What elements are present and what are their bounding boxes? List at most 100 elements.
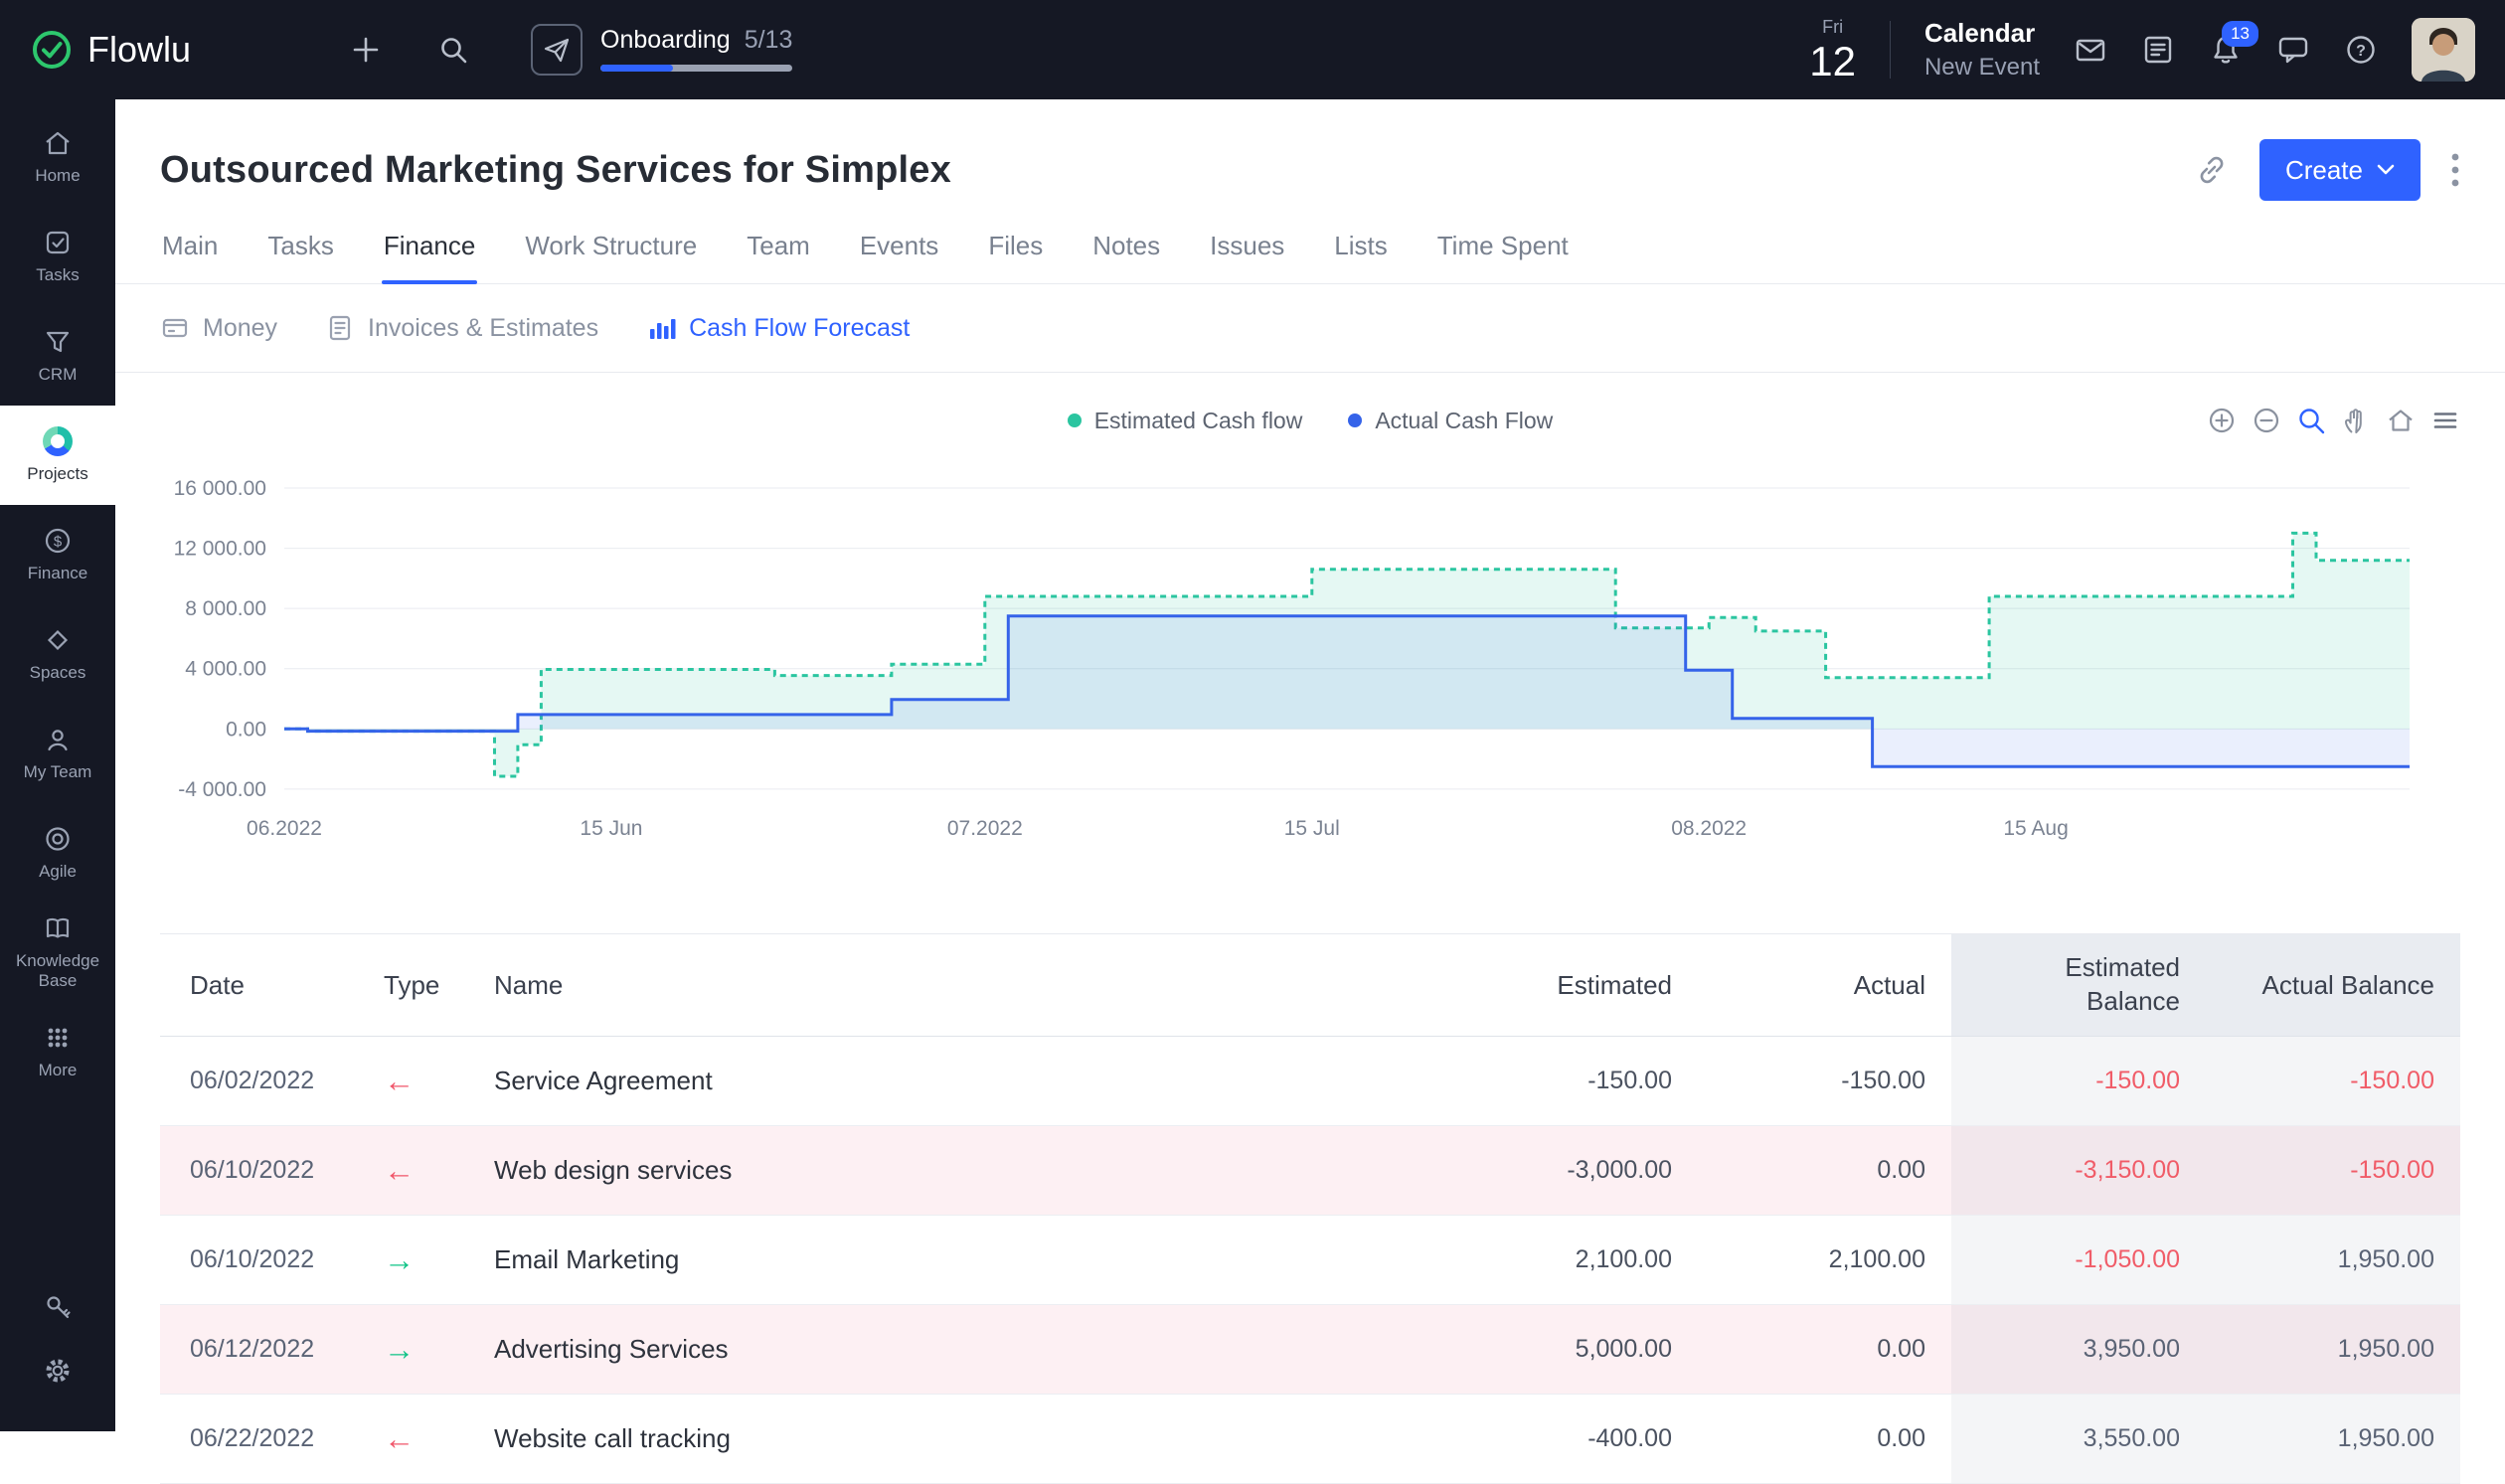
row-estimated: 2,100.00 [1439, 1216, 1698, 1304]
row-name: Service Agreement [468, 1037, 1439, 1125]
table-row[interactable]: 06/22/2022 ← Website call tracking -400.… [160, 1395, 2460, 1484]
row-estimated-balance: 3,550.00 [2084, 1424, 2180, 1453]
flowlu-logo[interactable]: Flowlu [30, 28, 191, 72]
onboarding-progress[interactable]: Onboarding 5/13 [531, 24, 792, 76]
reset-home-icon[interactable] [2386, 406, 2416, 435]
search-icon[interactable] [437, 34, 469, 66]
cashflow-chart[interactable]: 16 000.0012 000.008 000.004 000.000.00-4… [115, 452, 2505, 870]
table-row[interactable]: 06/12/2022 → Advertising Services 5,000.… [160, 1305, 2460, 1395]
svg-text:15 Jun: 15 Jun [580, 817, 642, 840]
pan-hand-icon[interactable] [2341, 406, 2371, 435]
help-icon[interactable]: ? [2344, 33, 2378, 67]
tab-work-structure[interactable]: Work Structure [523, 231, 699, 283]
row-estimated-balance: -3,150.00 [2075, 1156, 2180, 1185]
tab-team[interactable]: Team [745, 231, 812, 283]
copy-link-icon[interactable] [2194, 152, 2230, 188]
table-row[interactable]: 06/10/2022 ← Web design services -3,000.… [160, 1126, 2460, 1216]
sidebar-item-finance[interactable]: $ Finance [0, 505, 115, 604]
row-actual: -150.00 [1698, 1037, 1951, 1125]
sidebar-item-spaces[interactable]: Spaces [0, 604, 115, 704]
sidebar-item-projects[interactable]: Projects [0, 406, 115, 505]
main-content: Outsourced Marketing Services for Simple… [115, 0, 2505, 1484]
book-icon [43, 913, 73, 943]
bar-chart-icon [646, 313, 676, 343]
sidebar-item-home[interactable]: Home [0, 107, 115, 207]
zoom-in-icon[interactable] [2207, 406, 2237, 435]
create-button[interactable]: Create [2259, 139, 2421, 201]
onboarding-label: Onboarding [600, 28, 731, 53]
sidebar-item-agile[interactable]: Agile [0, 803, 115, 903]
chevron-down-icon [2377, 164, 2395, 176]
chat-icon[interactable] [2276, 33, 2310, 67]
tab-time-spent[interactable]: Time Spent [1435, 231, 1571, 283]
col-header-name: Name [468, 934, 1439, 1036]
transaction-direction-icon: → [384, 1244, 415, 1275]
zoom-out-icon[interactable] [2252, 406, 2281, 435]
logo-text: Flowlu [87, 29, 191, 71]
mail-icon[interactable] [2074, 33, 2107, 67]
tab-issues[interactable]: Issues [1208, 231, 1286, 283]
flowlu-logo-icon [30, 28, 74, 72]
legend-actual[interactable]: Actual Cash Flow [1348, 408, 1553, 434]
chart-menu-icon[interactable] [2430, 406, 2460, 435]
new-event-link[interactable]: New Event [1924, 55, 2040, 80]
tab-finance[interactable]: Finance [382, 231, 478, 283]
settings-gear-icon[interactable] [43, 1356, 73, 1386]
day-number: 12 [1809, 41, 1856, 82]
sidebar-item-my-team[interactable]: My Team [0, 704, 115, 803]
quick-add-icon[interactable] [350, 34, 382, 66]
sidebar: Home Tasks CRM Projects $ Finance Spaces… [0, 99, 115, 1431]
row-actual: 2,100.00 [1698, 1216, 1951, 1304]
calendar-date[interactable]: Fri 12 [1809, 18, 1856, 82]
grid-dots-icon [43, 1023, 73, 1053]
table-row[interactable]: 06/02/2022 ← Service Agreement -150.00 -… [160, 1037, 2460, 1126]
transaction-direction-icon: ← [384, 1066, 415, 1096]
tab-main[interactable]: Main [160, 231, 220, 283]
notifications-bell-icon[interactable]: 13 [2209, 33, 2243, 67]
invoice-icon [325, 313, 355, 343]
col-header-actual: Actual [1698, 934, 1951, 1036]
row-name: Email Marketing [468, 1216, 1439, 1304]
agile-target-icon [43, 824, 73, 854]
table-row[interactable]: 06/10/2022 → Email Marketing 2,100.00 2,… [160, 1216, 2460, 1305]
calendar-title: Calendar [1924, 20, 2040, 47]
chart-legend: Estimated Cash flow Actual Cash Flow [1068, 408, 1554, 434]
row-actual: 0.00 [1698, 1126, 1951, 1215]
tab-lists[interactable]: Lists [1332, 231, 1389, 283]
kebab-menu-icon[interactable] [2450, 151, 2460, 189]
spaces-icon [43, 625, 73, 655]
svg-text:0.00: 0.00 [226, 718, 266, 741]
transaction-direction-icon: → [384, 1334, 415, 1365]
svg-text:15 Aug: 15 Aug [2003, 817, 2068, 840]
row-name: Web design services [468, 1126, 1439, 1215]
tab-tasks[interactable]: Tasks [265, 231, 335, 283]
sidebar-item-more[interactable]: More [0, 1002, 115, 1101]
row-date: 06/22/2022 [160, 1395, 354, 1483]
row-actual-balance: 1,950.00 [2338, 1245, 2434, 1274]
subtab-invoices-estimates[interactable]: Invoices & Estimates [325, 313, 598, 343]
sidebar-item-knowledge-base[interactable]: Knowledge Base [0, 903, 115, 1002]
legend-estimated[interactable]: Estimated Cash flow [1068, 408, 1303, 434]
row-estimated: -3,000.00 [1439, 1126, 1698, 1215]
subtab-money[interactable]: Money [160, 313, 277, 343]
subtab-cash-flow-forecast[interactable]: Cash Flow Forecast [646, 313, 910, 343]
user-avatar[interactable] [2412, 18, 2475, 82]
tab-notes[interactable]: Notes [1090, 231, 1162, 283]
row-estimated-balance: 3,950.00 [2084, 1335, 2180, 1364]
tab-files[interactable]: Files [986, 231, 1045, 283]
row-actual: 0.00 [1698, 1305, 1951, 1394]
sidebar-item-tasks[interactable]: Tasks [0, 207, 115, 306]
svg-text:4 000.00: 4 000.00 [185, 658, 266, 681]
sidebar-item-crm[interactable]: CRM [0, 306, 115, 406]
notifications-badge: 13 [2222, 21, 2258, 47]
key-icon[interactable] [43, 1292, 73, 1322]
tab-events[interactable]: Events [858, 231, 941, 283]
zoom-select-icon[interactable] [2296, 406, 2326, 435]
row-actual-balance: 1,950.00 [2338, 1424, 2434, 1453]
notes-icon[interactable] [2141, 33, 2175, 67]
svg-text:$: $ [54, 534, 63, 551]
svg-text:15 Jul: 15 Jul [1284, 817, 1340, 840]
onboarding-progress-bar [600, 65, 792, 72]
calendar-shortcut[interactable]: Calendar New Event [1924, 20, 2040, 79]
row-date: 06/10/2022 [160, 1216, 354, 1304]
